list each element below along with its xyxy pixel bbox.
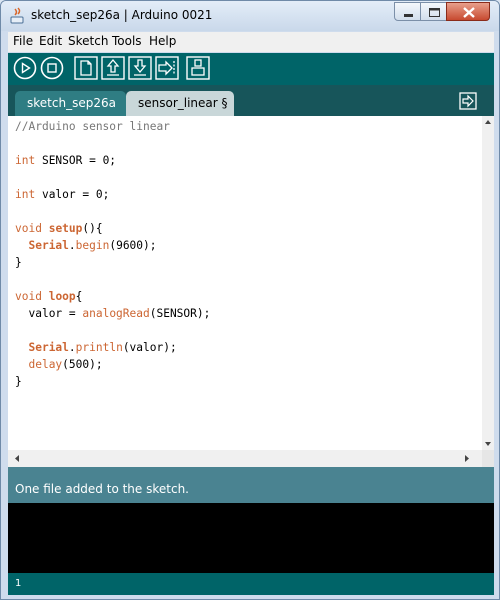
code-text: {: [75, 290, 83, 303]
menu-tools[interactable]: Tools: [112, 34, 142, 48]
method-name: println: [75, 341, 123, 354]
minimize-button[interactable]: [394, 2, 421, 21]
code-line: //Arduino sensor linear: [15, 118, 210, 135]
console-output[interactable]: [8, 503, 494, 573]
code-line: void setup(){: [15, 220, 210, 237]
comment: //Arduino sensor linear: [15, 120, 170, 133]
java-app-icon: [10, 7, 24, 24]
method-name: begin: [75, 239, 110, 252]
class-name: Serial: [28, 341, 69, 354]
status-bar: One file added to the sketch.: [8, 467, 494, 503]
function-name: loop: [48, 290, 76, 303]
menu-file[interactable]: File: [13, 34, 33, 48]
code-line: }: [15, 254, 210, 271]
keyword: int: [15, 154, 36, 167]
code-text: (9600);: [109, 239, 157, 252]
code-text: .: [68, 341, 76, 354]
close-icon: [463, 7, 475, 18]
tab-menu-icon[interactable]: [459, 92, 477, 110]
keyword: int: [15, 188, 36, 201]
code-line: Serial.begin(9600);: [15, 237, 210, 254]
horizontal-scrollbar[interactable]: [8, 450, 494, 467]
code-text: (SENSOR);: [149, 307, 211, 320]
new-file-button[interactable]: [74, 56, 98, 80]
menu-help[interactable]: Help: [149, 34, 176, 48]
toolbar: [8, 53, 494, 85]
close-button[interactable]: [446, 2, 490, 21]
code-line: valor = analogRead(SENSOR);: [15, 305, 210, 322]
code-text: valor = 0;: [35, 188, 110, 201]
arduino-window: sketch_sep26a | Arduino 0021 File Edit S…: [0, 0, 500, 600]
scroll-arrows-icon: [15, 450, 494, 467]
code-line: int valor = 0;: [15, 186, 210, 203]
menu-sketch[interactable]: Sketch: [68, 34, 108, 48]
code-text: SENSOR = 0;: [35, 154, 117, 167]
tab-sketch-sep26a[interactable]: sketch_sep26a: [15, 91, 126, 116]
maximize-icon: [429, 8, 440, 17]
code-line: void loop{: [15, 288, 210, 305]
source-code[interactable]: //Arduino sensor linear int SENSOR = 0; in…: [15, 118, 210, 390]
menu-edit[interactable]: Edit: [39, 34, 62, 48]
code-text: .: [68, 239, 76, 252]
method-name: analogRead: [82, 307, 150, 320]
code-text: (500);: [62, 358, 103, 371]
code-line: delay(500);: [15, 356, 210, 373]
upload-button[interactable]: [155, 56, 179, 80]
status-message: One file added to the sketch.: [15, 482, 189, 496]
tab-strip: sketch_sep26a sensor_linear §: [8, 85, 494, 116]
save-button[interactable]: [128, 56, 152, 80]
code-line: Serial.println(valor);: [15, 339, 210, 356]
open-button[interactable]: [101, 56, 125, 80]
menu-bar: File Edit Sketch Tools Help: [8, 32, 494, 52]
line-number-bar: 1: [8, 573, 494, 595]
code-text: }: [15, 375, 22, 388]
code-editor[interactable]: //Arduino sensor linear int SENSOR = 0; in…: [8, 116, 494, 467]
keyword: void: [15, 290, 42, 303]
method-name: delay: [28, 358, 63, 371]
code-text: (valor);: [122, 341, 177, 354]
code-text: valor =: [28, 307, 83, 320]
vertical-scrollbar[interactable]: [482, 116, 494, 450]
code-line: int SENSOR = 0;: [15, 152, 210, 169]
serial-monitor-button[interactable]: [186, 56, 210, 80]
code-text: }: [15, 256, 22, 269]
maximize-button[interactable]: [420, 2, 447, 21]
line-number: 1: [15, 578, 22, 589]
code-line: }: [15, 373, 210, 390]
tab-sensor-linear[interactable]: sensor_linear §: [126, 91, 234, 116]
stop-button[interactable]: [40, 56, 64, 80]
code-text: (){: [82, 222, 103, 235]
function-name: setup: [48, 222, 83, 235]
minimize-icon: [404, 14, 413, 17]
title-bar[interactable]: sketch_sep26a | Arduino 0021: [1, 1, 499, 31]
verify-button[interactable]: [13, 56, 37, 80]
scroll-arrows-icon: [485, 120, 491, 446]
keyword: void: [15, 222, 42, 235]
window-title: sketch_sep26a | Arduino 0021: [31, 8, 213, 22]
class-name: Serial: [28, 239, 69, 252]
